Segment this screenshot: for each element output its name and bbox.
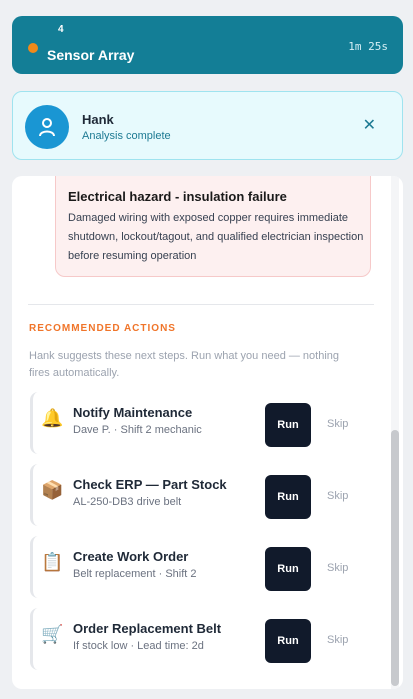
section-title: RECOMMENDED ACTIONS (29, 323, 176, 334)
elapsed-timer: 1m 25s (348, 40, 388, 53)
skip-button[interactable]: Skip (327, 418, 348, 430)
sensor-count: 4 (58, 24, 64, 35)
run-button[interactable]: Run (265, 403, 311, 447)
close-icon[interactable]: ✕ (363, 115, 376, 135)
agent-card: Hank Analysis complete ✕ (12, 91, 403, 160)
analysis-panel: Electrical hazard - insulation failure D… (12, 176, 403, 689)
clipboard-icon: 📋 (41, 552, 64, 572)
bell-icon: 🔔 (41, 408, 64, 428)
skip-button[interactable]: Skip (327, 490, 348, 502)
action-subtitle: Belt replacement · Shift 2 (73, 568, 197, 580)
action-check-erp: 📦 Check ERP — Part Stock AL-250-DB3 driv… (30, 464, 374, 526)
action-title: Create Work Order (73, 549, 189, 564)
run-button[interactable]: Run (265, 475, 311, 519)
action-notify-maintenance: 🔔 Notify Maintenance Dave P. · Shift 2 m… (30, 392, 374, 454)
action-order-belt: 🛒 Order Replacement Belt If stock low · … (30, 608, 374, 670)
skip-button[interactable]: Skip (327, 634, 348, 646)
status-dot (28, 43, 38, 53)
run-button[interactable]: Run (265, 619, 311, 663)
action-title: Notify Maintenance (73, 405, 193, 420)
agent-status: Analysis complete (82, 130, 171, 142)
action-subtitle: AL-250-DB3 drive belt (73, 496, 182, 508)
avatar (25, 105, 69, 149)
cart-icon: 🛒 (41, 624, 64, 644)
sensor-title: Sensor Array (47, 47, 135, 63)
hazard-description: Damaged wiring with exposed copper requi… (68, 212, 364, 262)
action-create-work-order: 📋 Create Work Order Belt replacement · S… (30, 536, 374, 598)
run-button[interactable]: Run (265, 547, 311, 591)
scrollbar-thumb[interactable] (391, 430, 399, 686)
divider (28, 304, 374, 305)
action-title: Order Replacement Belt (73, 621, 222, 636)
sensor-header[interactable]: 4 Sensor Array 1m 25s (12, 16, 403, 74)
action-title: Check ERP — Part Stock (73, 477, 227, 492)
hazard-alert: Electrical hazard - insulation failure D… (55, 176, 371, 277)
action-subtitle: If stock low · Lead time: 2d (73, 640, 204, 652)
section-hint: Hank suggests these next steps. Run what… (29, 350, 340, 379)
action-subtitle: Dave P. · Shift 2 mechanic (73, 424, 202, 436)
agent-name: Hank (82, 112, 114, 127)
user-icon (39, 118, 55, 137)
package-icon: 📦 (41, 480, 64, 500)
skip-button[interactable]: Skip (327, 562, 348, 574)
hazard-title: Electrical hazard - insulation failure (68, 189, 287, 204)
